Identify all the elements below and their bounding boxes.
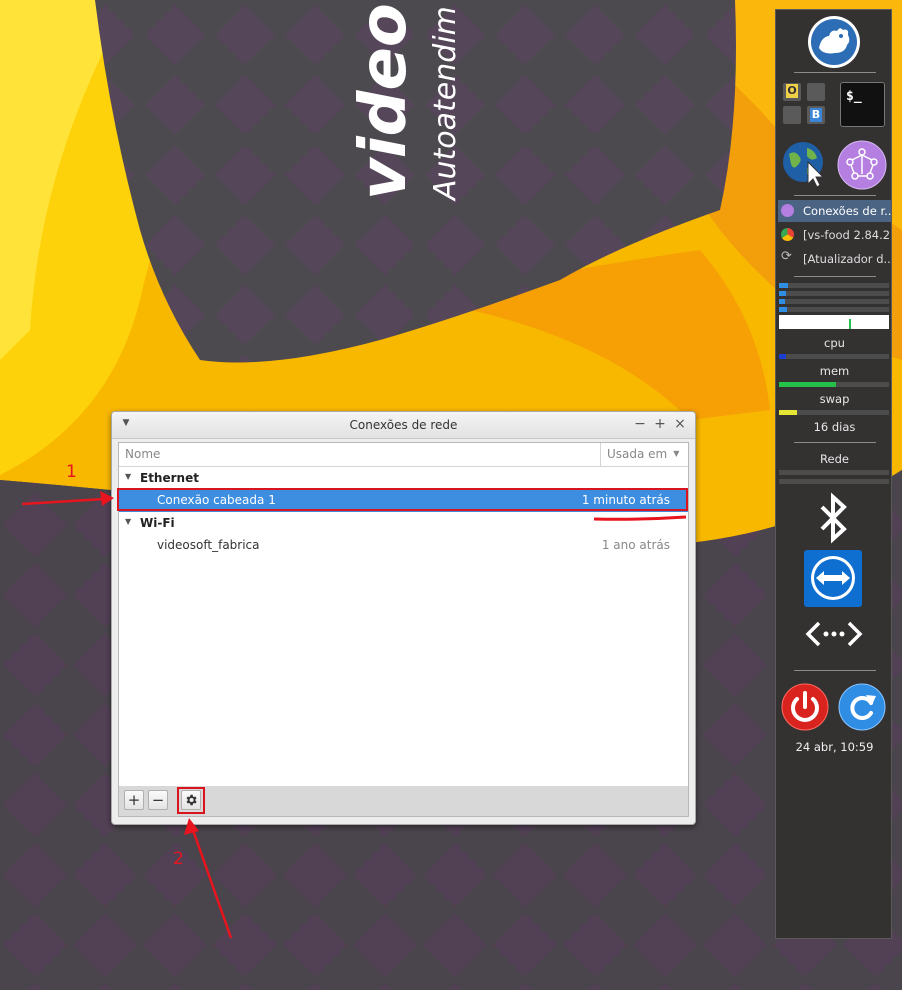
workspace-letter: O — [786, 84, 798, 98]
expand-triangle-icon[interactable]: ▼ — [125, 472, 131, 481]
shutdown-button[interactable] — [781, 683, 829, 731]
dock-separator — [794, 670, 876, 671]
teamviewer-launcher[interactable] — [804, 550, 862, 607]
group-ethernet[interactable]: ▼ Ethernet — [119, 467, 688, 489]
connection-used: 1 ano atrás — [601, 538, 670, 552]
task-label: Conexões de r... — [803, 204, 891, 218]
swap-meter-fill — [779, 410, 797, 415]
workspace-4[interactable]: B — [807, 106, 825, 124]
column-header-name[interactable]: Nome — [125, 447, 160, 461]
core-meter — [779, 283, 889, 288]
restart-button[interactable] — [838, 683, 886, 731]
task-vs-food[interactable]: [vs-food 2.84.2... — [778, 224, 891, 246]
minimize-button[interactable]: − — [631, 415, 649, 433]
list-header: Nome Usada em ▼ — [119, 443, 688, 467]
workspace-3[interactable] — [783, 106, 801, 124]
maximize-button[interactable]: + — [651, 415, 669, 433]
network-in-meter — [779, 470, 889, 475]
remove-connection-button[interactable]: − — [148, 790, 168, 810]
app-menu-button[interactable] — [807, 15, 861, 69]
group-label: Wi-Fi — [140, 516, 175, 530]
load-graph — [779, 315, 889, 329]
connection-name: videosoft_fabrica — [157, 538, 260, 552]
annotation-label-2: 2 — [173, 849, 184, 869]
wallpaper-brand-subtext: Autoatendim — [428, 6, 463, 202]
group-label: Ethernet — [140, 471, 199, 485]
dock-separator — [794, 72, 876, 73]
cpu-meter-fill — [779, 354, 786, 359]
restart-icon — [838, 683, 886, 731]
mem-meter-fill — [779, 382, 837, 387]
task-network-connections[interactable]: Conexões de r... — [778, 200, 891, 222]
expand-triangle-icon[interactable]: ▼ — [125, 517, 131, 526]
workspace-letter: B — [810, 108, 822, 122]
mem-label: mem — [819, 364, 850, 378]
list-toolbar: + − — [118, 786, 689, 817]
add-connection-button[interactable]: + — [124, 790, 144, 810]
wallpaper-brand-text: video — [347, 3, 421, 200]
task-updater[interactable]: ⟳ [Atualizador d... — [778, 248, 891, 270]
dock-separator — [794, 195, 876, 196]
connection-used: 1 minuto atrás — [581, 493, 670, 507]
xfce-logo-icon — [808, 16, 860, 68]
connection-row-wifi-1[interactable]: videosoft_fabrica 1 ano atrás — [119, 534, 688, 557]
cpu-label: cpu — [824, 336, 845, 350]
refresh-icon: ⟳ — [781, 249, 792, 264]
terminal-launcher[interactable]: $_ — [840, 82, 885, 127]
core-meter — [779, 291, 889, 296]
network-globe-icon — [781, 204, 794, 217]
network-monitor-label: Rede — [820, 452, 849, 466]
teamviewer-icon — [811, 556, 855, 600]
window-title: Conexões de rede — [349, 418, 458, 432]
core-meter — [779, 299, 889, 304]
connection-name: Conexão cabeada 1 — [157, 493, 276, 507]
cpu-meter — [779, 354, 889, 359]
network-connections-window: ▼ Conexões de rede − + × Nome Usada em ▼ … — [111, 411, 696, 825]
column-header-used-label: Usada em — [607, 447, 668, 461]
terminal-icon: $_ — [846, 89, 862, 104]
mem-meter — [779, 382, 889, 387]
annotation-label-1: 1 — [66, 462, 77, 482]
network-manager-launcher[interactable] — [837, 140, 887, 190]
swap-label: swap — [819, 392, 850, 406]
task-label: [vs-food 2.84.2... — [803, 228, 891, 242]
column-separator — [600, 443, 601, 466]
clock[interactable]: 24 abr, 10:59 — [776, 740, 893, 754]
window-titlebar[interactable]: ▼ Conexões de rede − + × — [112, 412, 695, 439]
remote-connection-icon — [805, 621, 863, 647]
bluetooth-button[interactable] — [814, 491, 854, 547]
close-button[interactable]: × — [671, 415, 689, 433]
workspace-2[interactable] — [807, 83, 825, 101]
gear-icon — [186, 794, 197, 806]
side-dock: O B $_ Conexões de r... [vs-food 2.84.2 … — [775, 9, 892, 939]
uptime-label: 16 dias — [813, 420, 856, 434]
workspace-switcher[interactable]: O B — [781, 81, 829, 127]
column-header-used[interactable]: Usada em ▼ — [607, 447, 679, 461]
chrome-icon — [781, 228, 794, 241]
connections-list: Nome Usada em ▼ ▼ Ethernet Conexão cabead… — [117, 442, 689, 788]
sort-arrow-icon: ▼ — [673, 449, 680, 458]
network-globe-icon — [837, 140, 887, 190]
task-label: [Atualizador d... — [803, 252, 891, 266]
network-out-meter — [779, 479, 889, 484]
group-wifi[interactable]: ▼ Wi-Fi — [119, 512, 688, 534]
bluetooth-icon — [820, 492, 847, 544]
web-browser-launcher[interactable] — [781, 140, 829, 188]
dock-separator — [794, 442, 876, 443]
remote-desktop-launcher[interactable] — [803, 615, 865, 653]
swap-meter — [779, 410, 889, 415]
workspace-1[interactable]: O — [783, 83, 801, 101]
edit-connection-button[interactable] — [181, 790, 201, 810]
dock-separator — [794, 276, 876, 277]
globe-cursor-icon — [783, 142, 825, 188]
power-icon — [781, 683, 829, 731]
core-meter — [779, 307, 889, 312]
load-graph-spike — [849, 319, 851, 329]
connection-row-wired-1[interactable]: Conexão cabeada 1 1 minuto atrás — [117, 488, 688, 512]
